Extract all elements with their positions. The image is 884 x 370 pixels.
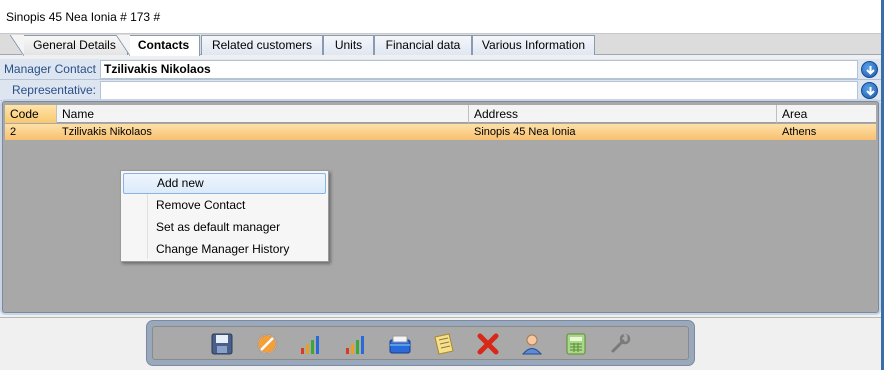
tab-label: Units xyxy=(334,38,363,52)
cell-code: 2 xyxy=(10,126,17,138)
menu-item-set-default-manager[interactable]: Set as default manager xyxy=(123,217,326,238)
delete-icon xyxy=(477,333,499,355)
bottom-toolbar xyxy=(146,320,695,366)
column-header-code[interactable]: Code xyxy=(5,105,57,123)
tools-icon xyxy=(611,333,631,353)
separator xyxy=(0,317,881,318)
menu-item-change-manager-history[interactable]: Change Manager History xyxy=(123,239,326,260)
manager-contact-field[interactable]: Tzilivakis Nikolaos xyxy=(100,60,858,79)
column-header-address[interactable]: Address xyxy=(469,105,777,123)
tab-label: Financial data xyxy=(385,38,461,52)
chart-icon xyxy=(301,336,319,354)
save-button[interactable] xyxy=(209,331,235,357)
grid-header: Code Name Address Area xyxy=(5,105,876,123)
column-header-area[interactable]: Area xyxy=(777,105,876,123)
notes-icon xyxy=(434,333,454,355)
tab-general-details[interactable]: General Details xyxy=(10,35,128,56)
chart-button[interactable] xyxy=(298,331,324,357)
tab-financial-data[interactable]: Financial data xyxy=(374,35,472,55)
tab-label: Related customers xyxy=(211,38,313,52)
calculator-icon xyxy=(566,333,586,355)
user-icon xyxy=(521,334,543,355)
tab-units[interactable]: Units xyxy=(323,35,374,55)
folder-icon xyxy=(389,335,411,354)
representative-label: Representative: xyxy=(11,83,96,97)
window-title: Sinopis 45 Nea Ionia # 173 # xyxy=(6,10,161,24)
representative-dropdown-button[interactable] xyxy=(861,82,878,99)
manager-contact-label: Manager Contact : xyxy=(3,62,96,96)
manager-contact-row: Manager Contact : Tzilivakis Nikolaos xyxy=(0,59,881,96)
title-bar: Sinopis 45 Nea Ionia # 173 # xyxy=(0,0,884,34)
chevron-down-icon xyxy=(866,66,875,75)
cancel-edit-button[interactable] xyxy=(254,331,280,357)
save-icon xyxy=(211,333,233,355)
tab-strip: General Details Contacts Related custome… xyxy=(0,34,881,56)
tools-button[interactable] xyxy=(607,331,633,357)
tab-related-customers[interactable]: Related customers xyxy=(201,35,323,55)
cell-area: Athens xyxy=(782,126,817,138)
calculator-button[interactable] xyxy=(563,331,589,357)
manager-contact-dropdown-button[interactable] xyxy=(861,61,878,78)
tab-label: Various Information xyxy=(481,38,586,52)
representative-field[interactable] xyxy=(100,81,858,100)
column-header-name[interactable]: Name xyxy=(57,105,469,123)
tab-label: Contacts xyxy=(137,38,190,52)
tab-various-information[interactable]: Various Information xyxy=(472,35,595,55)
cell-name: Tzilivakis Nikolaos xyxy=(62,126,152,138)
user-button[interactable] xyxy=(519,331,545,357)
table-row[interactable]: 2 Tzilivakis Nikolaos Sinopis 45 Nea Ion… xyxy=(5,124,876,140)
delete-button[interactable] xyxy=(475,331,501,357)
menu-item-add-new[interactable]: Add new xyxy=(123,173,326,194)
chart-alt-icon xyxy=(346,336,364,354)
chevron-down-icon xyxy=(866,87,875,96)
context-menu: Add new Remove Contact Set as default ma… xyxy=(120,170,329,262)
representative-row: Representative: xyxy=(0,80,881,101)
chart-alt-button[interactable] xyxy=(343,331,369,357)
menu-item-remove-contact[interactable]: Remove Contact xyxy=(123,195,326,216)
cancel-edit-icon xyxy=(257,334,277,354)
customer-window: Sinopis 45 Nea Ionia # 173 # General Det… xyxy=(0,0,884,370)
cell-address: Sinopis 45 Nea Ionia xyxy=(474,126,576,138)
notes-button[interactable] xyxy=(431,331,457,357)
tab-label: General Details xyxy=(33,38,116,52)
folder-button[interactable] xyxy=(387,331,413,357)
tab-contacts[interactable]: Contacts xyxy=(116,35,200,56)
